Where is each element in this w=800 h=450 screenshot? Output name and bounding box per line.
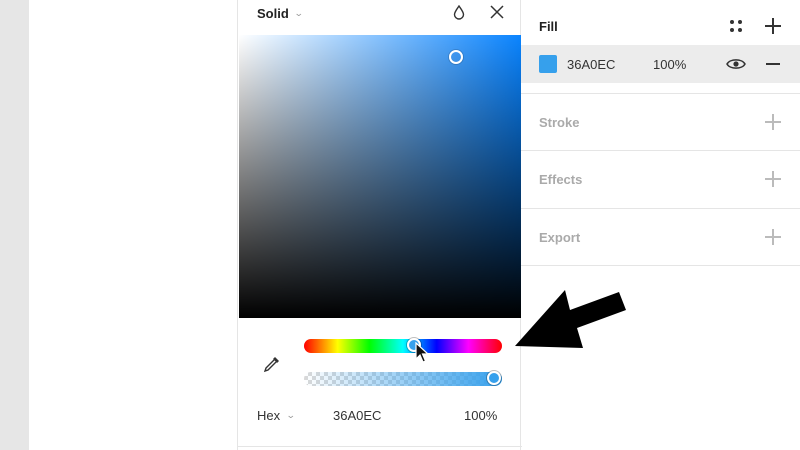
opacity-input[interactable]: 100%	[464, 408, 497, 423]
cursor-icon	[415, 342, 429, 363]
add-effect-button[interactable]	[765, 171, 781, 187]
add-export-button[interactable]	[765, 229, 781, 245]
fill-row[interactable]: 36A0EC 100%	[521, 45, 800, 83]
fill-mode-label: Solid	[257, 5, 289, 21]
color-format-select[interactable]: Hex ⌄	[257, 408, 296, 423]
fill-hex-value[interactable]: 36A0EC	[567, 57, 615, 72]
opacity-slider-handle[interactable]	[487, 371, 501, 385]
export-section-title: Export	[539, 230, 581, 245]
eyedropper-icon[interactable]	[262, 354, 282, 374]
opacity-slider[interactable]	[304, 371, 502, 386]
divider	[521, 208, 800, 209]
fill-section-title: Fill	[539, 19, 558, 34]
chevron-down-icon: ⌄	[285, 410, 296, 420]
fill-color-swatch[interactable]	[539, 55, 557, 73]
fill-opacity-value[interactable]: 100%	[653, 57, 686, 72]
minus-icon[interactable]	[766, 63, 780, 65]
saturation-value-handle[interactable]	[449, 50, 463, 64]
add-stroke-button[interactable]	[765, 114, 781, 130]
picker-header: Solid ⌄	[238, 0, 522, 34]
fill-mode-select[interactable]: Solid ⌄	[257, 5, 304, 21]
hex-input[interactable]: 36A0EC	[333, 408, 381, 423]
divider	[238, 446, 522, 447]
eye-icon[interactable]	[726, 56, 746, 72]
hue-slider[interactable]	[304, 338, 502, 353]
color-picker-panel: Solid ⌄ Hex ⌄ 36A0EC 100%	[237, 0, 522, 450]
divider	[521, 93, 800, 94]
chevron-down-icon: ⌄	[293, 7, 304, 18]
color-format-label: Hex	[257, 408, 281, 423]
annotation-arrow	[515, 290, 626, 348]
effects-section-title: Effects	[539, 172, 583, 187]
divider	[521, 265, 800, 266]
styles-grid-icon[interactable]	[729, 19, 743, 33]
saturation-value-field[interactable]	[239, 35, 521, 318]
close-icon[interactable]	[487, 2, 507, 22]
add-fill-button[interactable]	[765, 18, 781, 34]
drop-icon[interactable]	[450, 3, 468, 21]
divider	[521, 150, 800, 151]
stroke-section-title: Stroke	[539, 115, 580, 130]
properties-panel: Fill 36A0EC 100% Stroke Effects Export	[521, 0, 800, 450]
canvas-edge	[0, 0, 29, 450]
